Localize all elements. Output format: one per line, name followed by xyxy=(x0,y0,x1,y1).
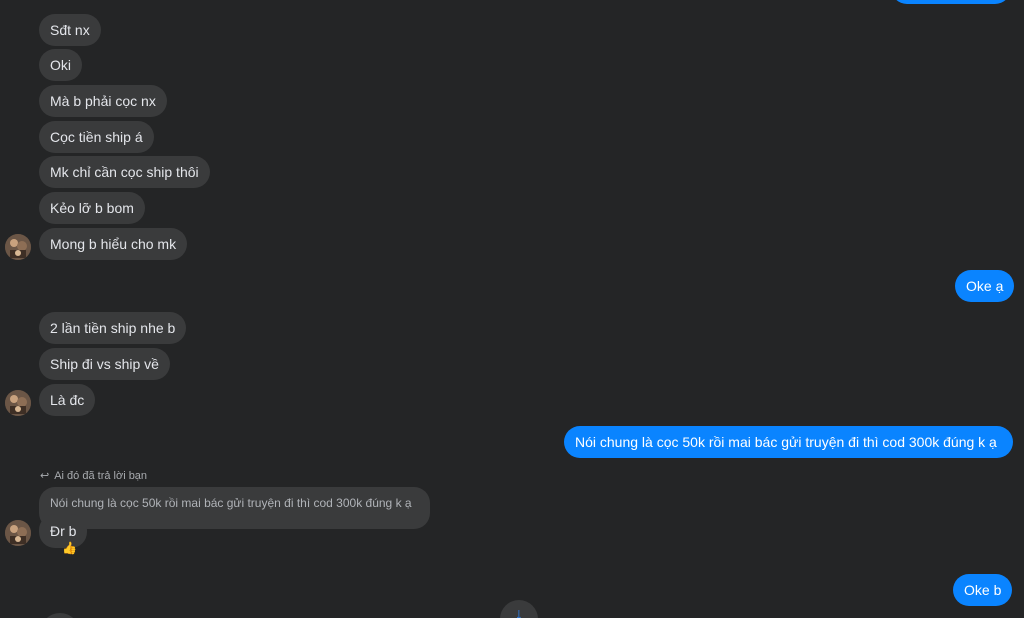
incoming-message[interactable]: Cọc tiền ship á xyxy=(39,121,154,153)
incoming-message[interactable]: Mà b phải cọc nx xyxy=(39,85,167,117)
incoming-message[interactable]: Là đc xyxy=(39,384,96,416)
incoming-message[interactable]: Ship đi vs ship về xyxy=(39,348,170,380)
contact-avatar[interactable] xyxy=(5,234,31,260)
incoming-message[interactable]: Mk chỉ cần cọc ship thôi xyxy=(39,156,210,188)
outgoing-message[interactable]: Oke b xyxy=(953,574,1013,606)
outgoing-message-partial[interactable] xyxy=(891,0,1011,4)
outgoing-message[interactable]: Oke ạ xyxy=(955,270,1015,302)
incoming-message[interactable]: Sđt nx xyxy=(39,14,101,46)
incoming-message[interactable]: Oki xyxy=(39,49,82,81)
contact-avatar[interactable] xyxy=(5,520,31,546)
reply-indicator: ↩ Ai đó đã trả lời bạn xyxy=(40,468,147,484)
typing-indicator-partial xyxy=(40,613,80,618)
arrow-down-icon: ↓ xyxy=(515,606,523,618)
incoming-message[interactable]: Mong b hiểu cho mk xyxy=(39,228,188,260)
incoming-message[interactable]: Kẻo lỡ b bom xyxy=(39,192,145,224)
reply-arrow-icon: ↩ xyxy=(40,470,50,482)
reply-indicator-label: Ai đó đã trả lời bạn xyxy=(54,470,148,482)
quoted-message[interactable]: Nói chung là cọc 50k rồi mai bác gửi tru… xyxy=(39,487,430,529)
incoming-message[interactable]: 2 lần tiền ship nhe b xyxy=(39,312,187,344)
contact-avatar[interactable] xyxy=(5,390,31,416)
chat-thread: Sđt nx Oki Mà b phải cọc nx Cọc tiền shi… xyxy=(0,0,1024,618)
thumbs-up-reaction-icon[interactable]: 👍 xyxy=(62,540,77,556)
scroll-to-bottom-button[interactable]: ↓ xyxy=(500,600,538,618)
outgoing-message[interactable]: Nói chung là cọc 50k rồi mai bác gửi tru… xyxy=(564,426,1013,458)
